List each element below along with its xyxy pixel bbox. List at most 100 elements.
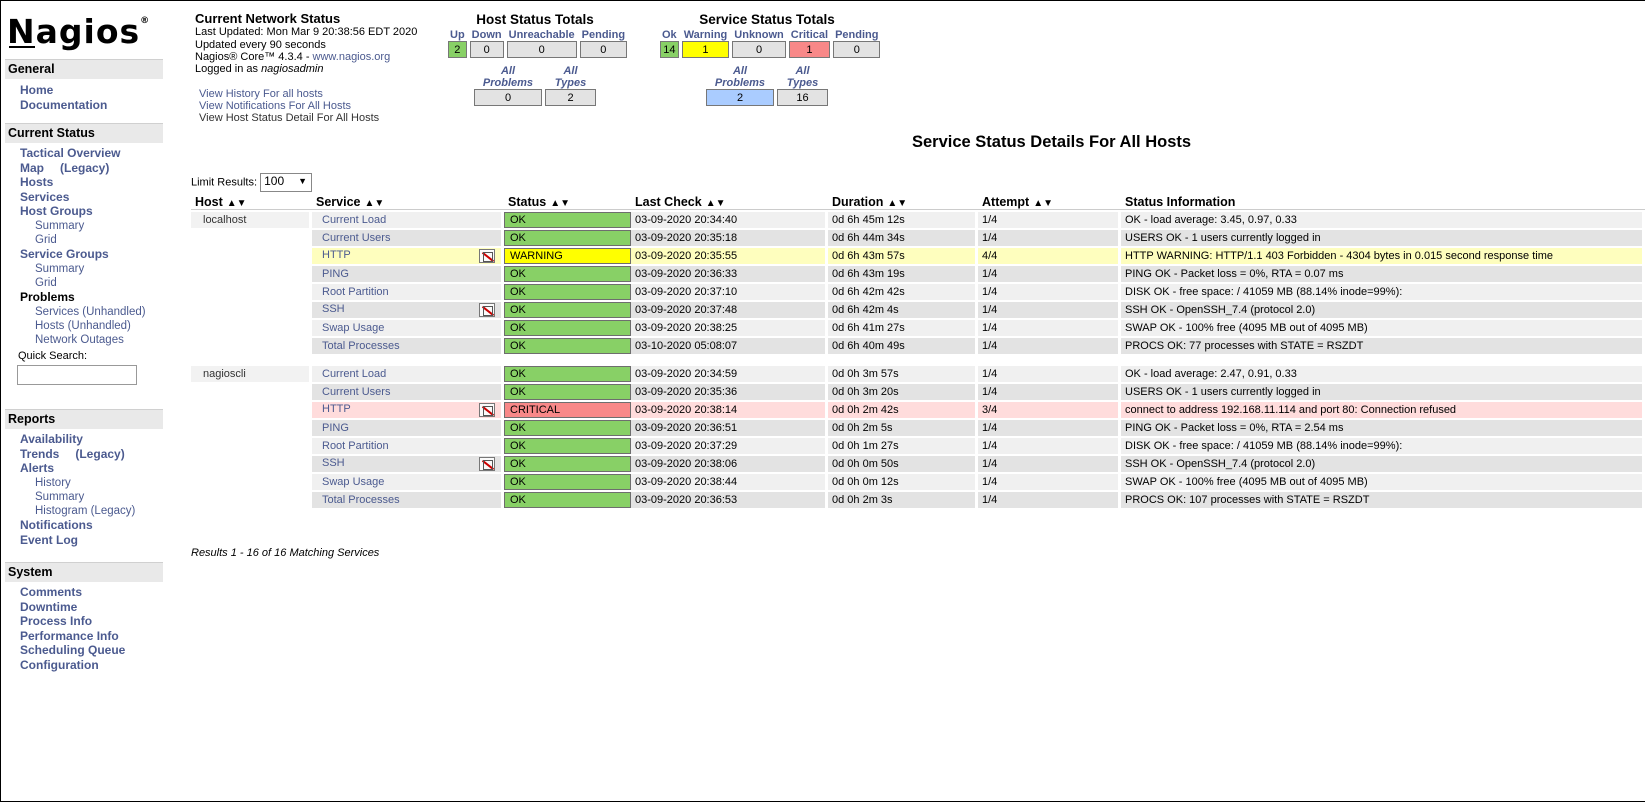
nav-alerts-summary[interactable]: Summary [5,490,163,504]
host-cell[interactable]: nagioscli [191,366,312,382]
flapping-disabled-icon[interactable] [479,403,495,417]
sort-arrows-icon[interactable]: ▲▼ [1033,198,1053,209]
nav-configuration[interactable]: Configuration [5,658,163,673]
sort-arrows-icon[interactable]: ▲▼ [887,198,907,209]
service-pending-label[interactable]: Pending [833,29,880,41]
service-unknown-label[interactable]: Unknown [732,29,786,41]
nav-host-groups-summary[interactable]: Summary [5,219,163,233]
service-name[interactable]: Total Processes [322,340,400,352]
service-cell[interactable]: PING [312,420,504,436]
service-ok-label[interactable]: Ok [660,29,679,41]
col-duration[interactable]: Duration ▲▼ [828,194,978,210]
nav-map-legacy[interactable]: (Legacy) [60,161,109,175]
service-cell[interactable]: Current Users [312,230,504,246]
col-status[interactable]: Status ▲▼ [504,194,631,210]
col-attempt[interactable]: Attempt ▲▼ [978,194,1121,210]
host-pending-label[interactable]: Pending [580,29,627,41]
service-cell[interactable]: Total Processes [312,492,504,508]
service-name[interactable]: Current Load [322,368,386,380]
service-name[interactable]: SSH [322,457,345,469]
nav-hosts-unhandled[interactable]: Hosts (Unhandled) [5,319,163,333]
service-cell[interactable]: HTTP [312,402,504,418]
nav-comments[interactable]: Comments [5,585,163,600]
flapping-disabled-icon[interactable] [479,457,495,471]
service-cell[interactable]: Current Load [312,212,504,228]
host-up-label[interactable]: Up [448,29,467,41]
service-cell[interactable]: Root Partition [312,438,504,454]
nav-downtime[interactable]: Downtime [5,600,163,615]
host-all-problems-label[interactable]: All Problems [474,65,542,89]
flapping-disabled-icon[interactable] [479,249,495,263]
service-cell[interactable]: SSH [312,456,504,472]
nagios-org-link[interactable]: www.nagios.org [313,51,391,63]
nav-scheduling-queue[interactable]: Scheduling Queue [5,643,163,658]
nav-alerts-history[interactable]: History [5,476,163,490]
service-cell[interactable]: Total Processes [312,338,504,354]
nav-availability[interactable]: Availability [5,432,163,447]
quick-search-input[interactable] [17,364,137,385]
nav-notifications[interactable]: Notifications [5,518,163,533]
limit-results-select[interactable]: 100 ▼ [260,173,313,192]
service-name[interactable]: Current Users [322,232,390,244]
host-down-label[interactable]: Down [470,29,504,41]
service-name[interactable]: PING [322,422,349,434]
nav-trends[interactable]: Trends (Legacy) [5,447,163,462]
nav-map[interactable]: Map (Legacy) [5,161,163,176]
service-name[interactable]: PING [322,268,349,280]
sort-arrows-icon[interactable]: ▲▼ [706,198,726,209]
nav-host-groups[interactable]: Host Groups [5,204,163,219]
service-name[interactable]: Current Load [322,214,386,226]
service-all-problems-label[interactable]: All Problems [706,65,774,89]
nav-process-info[interactable]: Process Info [5,614,163,629]
nav-event-log[interactable]: Event Log [5,533,163,548]
sort-arrows-icon[interactable]: ▲▼ [227,198,247,209]
service-cell[interactable]: SSH [312,302,504,318]
view-notifications-link[interactable]: View Notifications For All Hosts [199,100,379,113]
flapping-disabled-icon[interactable] [479,303,495,317]
nav-service-groups-summary[interactable]: Summary [5,262,163,276]
nav-host-groups-grid[interactable]: Grid [5,233,163,247]
host-cell[interactable]: localhost [191,212,312,228]
host-all-types-label[interactable]: All Types [545,65,596,89]
service-cell[interactable]: Root Partition [312,284,504,300]
col-last-check[interactable]: Last Check ▲▼ [631,194,828,210]
sort-arrows-icon[interactable]: ▲▼ [550,198,570,209]
col-host[interactable]: Host ▲▼ [191,194,312,210]
service-name[interactable]: HTTP [322,403,351,415]
service-name[interactable]: Swap Usage [322,322,384,334]
service-critical-label[interactable]: Critical [789,29,830,41]
service-cell[interactable]: Swap Usage [312,474,504,490]
service-warning-label[interactable]: Warning [682,29,730,41]
view-host-status-link[interactable]: View Host Status Detail For All Hosts [199,112,379,125]
service-name[interactable]: Current Users [322,386,390,398]
nav-documentation[interactable]: Documentation [5,98,163,113]
col-service[interactable]: Service ▲▼ [312,194,504,210]
nav-services-unhandled[interactable]: Services (Unhandled) [5,305,163,319]
service-name[interactable]: Total Processes [322,494,400,506]
host-unreachable-label[interactable]: Unreachable [507,29,577,41]
service-name[interactable]: SSH [322,303,345,315]
service-all-types-label[interactable]: All Types [777,65,828,89]
sort-arrows-icon[interactable]: ▲▼ [364,198,384,209]
nav-home[interactable]: Home [5,83,163,98]
service-cell[interactable]: Swap Usage [312,320,504,336]
nav-alerts[interactable]: Alerts [5,461,163,476]
service-cell[interactable]: HTTP [312,248,504,264]
service-cell[interactable]: Current Load [312,366,504,382]
nav-service-groups[interactable]: Service Groups [5,247,163,262]
nav-hosts[interactable]: Hosts [5,175,163,190]
service-cell[interactable]: Current Users [312,384,504,400]
nav-performance-info[interactable]: Performance Info [5,629,163,644]
nav-trends-legacy[interactable]: (Legacy) [75,447,124,461]
nav-trends-label[interactable]: Trends [20,447,59,461]
service-name[interactable]: Root Partition [322,440,389,452]
nav-map-label[interactable]: Map [20,161,44,175]
service-cell[interactable]: PING [312,266,504,282]
nav-service-groups-grid[interactable]: Grid [5,276,163,290]
service-name[interactable]: Root Partition [322,286,389,298]
nav-tactical-overview[interactable]: Tactical Overview [5,146,163,161]
nav-alerts-histogram[interactable]: Histogram (Legacy) [5,504,163,518]
service-name[interactable]: Swap Usage [322,476,384,488]
service-name[interactable]: HTTP [322,249,351,261]
nav-services[interactable]: Services [5,190,163,205]
